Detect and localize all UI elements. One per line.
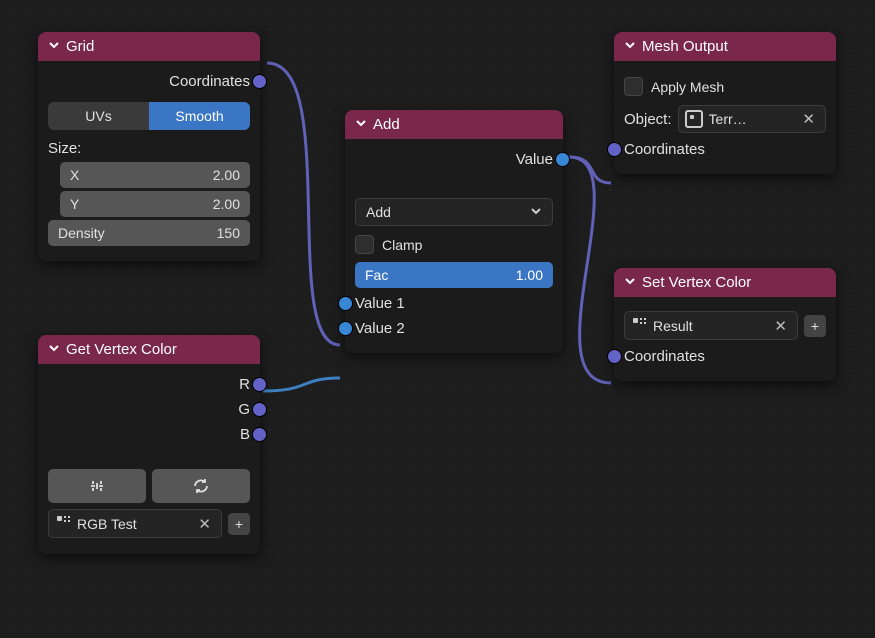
socket-value-icon[interactable] xyxy=(555,152,570,167)
socket-vector-icon[interactable] xyxy=(607,142,622,157)
clear-icon[interactable]: ✕ xyxy=(194,515,215,533)
vertex-color-icon xyxy=(631,316,647,335)
socket-icon[interactable] xyxy=(252,377,267,392)
add-value-output[interactable]: Value xyxy=(355,147,553,172)
get-vc-header[interactable]: Get Vertex Color xyxy=(38,335,260,364)
fac-field[interactable]: Fac 1.00 xyxy=(355,262,553,288)
grid-node[interactable]: Grid Coordinates UVs Smooth Size: X 2.00… xyxy=(38,32,260,261)
add-header[interactable]: Add xyxy=(345,110,563,139)
uvs-toggle[interactable]: UVs xyxy=(48,102,149,130)
g-output[interactable]: G xyxy=(48,397,250,422)
mesh-object-field[interactable]: Terr… ✕ xyxy=(678,105,826,133)
value1-input[interactable]: Value 1 xyxy=(355,291,553,316)
chevron-down-icon xyxy=(48,38,60,55)
operation-select[interactable]: Add xyxy=(355,198,553,226)
mesh-output-node[interactable]: Mesh Output Apply Mesh Object: Terr… ✕ C… xyxy=(614,32,836,174)
mesh-out-title: Mesh Output xyxy=(642,38,728,55)
vc-object-field[interactable]: RGB Test ✕ xyxy=(48,509,222,538)
clamp-checkbox[interactable] xyxy=(355,235,374,254)
mesh-coords-input[interactable]: Coordinates xyxy=(624,137,826,162)
chevron-down-icon xyxy=(355,116,367,133)
add-title: Add xyxy=(373,116,400,133)
chevron-down-icon xyxy=(624,274,636,291)
clear-icon[interactable]: ✕ xyxy=(798,110,819,128)
add-button[interactable]: + xyxy=(804,315,826,337)
grid-coords-output[interactable]: Coordinates xyxy=(48,69,250,94)
set-vertex-color-node[interactable]: Set Vertex Color Result ✕ + Coordinates xyxy=(614,268,836,381)
transfer-icon xyxy=(88,478,106,494)
object-label: Object: xyxy=(624,111,672,128)
socket-value-icon[interactable] xyxy=(338,321,353,336)
set-vc-header[interactable]: Set Vertex Color xyxy=(614,268,836,297)
socket-value-icon[interactable] xyxy=(338,296,353,311)
refresh-button[interactable] xyxy=(152,469,250,503)
grid-header[interactable]: Grid xyxy=(38,32,260,61)
socket-icon[interactable] xyxy=(252,427,267,442)
size-label: Size: xyxy=(48,138,250,159)
transfer-button[interactable] xyxy=(48,469,146,503)
apply-mesh-checkbox[interactable] xyxy=(624,77,643,96)
smooth-toggle[interactable]: Smooth xyxy=(149,102,250,130)
result-field[interactable]: Result ✕ xyxy=(624,311,798,340)
chevron-down-icon xyxy=(48,341,60,358)
mesh-out-header[interactable]: Mesh Output xyxy=(614,32,836,61)
socket-vector-icon[interactable] xyxy=(252,74,267,89)
r-output[interactable]: R xyxy=(48,372,250,397)
grid-mode-toggle[interactable]: UVs Smooth xyxy=(48,102,250,130)
vertex-color-icon xyxy=(55,514,71,533)
size-x-field[interactable]: X 2.00 xyxy=(60,162,250,188)
density-field[interactable]: Density 150 xyxy=(48,220,250,246)
socket-icon[interactable] xyxy=(252,402,267,417)
clear-icon[interactable]: ✕ xyxy=(770,317,791,335)
size-y-field[interactable]: Y 2.00 xyxy=(60,191,250,217)
socket-vector-icon[interactable] xyxy=(607,349,622,364)
grid-title: Grid xyxy=(66,38,94,55)
apply-mesh-label: Apply Mesh xyxy=(651,79,724,95)
value2-input[interactable]: Value 2 xyxy=(355,316,553,341)
chevron-down-icon xyxy=(530,204,542,220)
clamp-label: Clamp xyxy=(382,237,422,253)
chevron-down-icon xyxy=(624,38,636,55)
set-vc-title: Set Vertex Color xyxy=(642,274,751,291)
setvc-coords-input[interactable]: Coordinates xyxy=(624,344,826,369)
get-vc-title: Get Vertex Color xyxy=(66,341,177,358)
refresh-icon xyxy=(192,477,210,495)
add-node[interactable]: Add Value Add Clamp Fac 1.00 Value 1 Val… xyxy=(345,110,563,353)
object-icon xyxy=(685,110,703,128)
b-output[interactable]: B xyxy=(48,422,250,447)
get-vertex-color-node[interactable]: Get Vertex Color R G B xyxy=(38,335,260,554)
add-button[interactable]: + xyxy=(228,513,250,535)
